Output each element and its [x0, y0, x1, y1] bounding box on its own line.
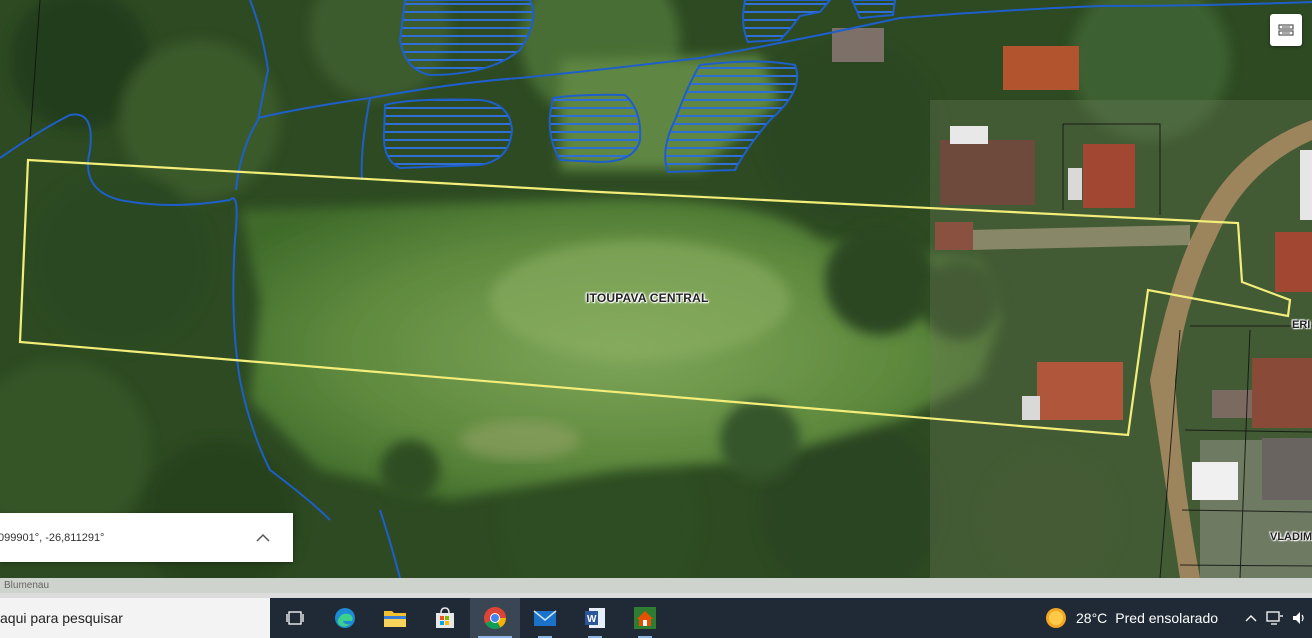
taskbar-search-box[interactable]: aqui para pesquisar [0, 598, 270, 638]
system-tray [1244, 598, 1308, 638]
edge-icon [335, 608, 355, 628]
parcel-label: ITOUPAVA CENTRAL [586, 291, 709, 305]
weather-description: Pred ensolarado [1115, 610, 1219, 626]
weather-temperature: 28°C [1076, 610, 1108, 626]
volume-icon[interactable] [1292, 610, 1308, 626]
file-explorer-icon [384, 611, 406, 627]
network-icon[interactable] [1266, 610, 1284, 626]
word-button[interactable]: W [570, 598, 620, 638]
house-app-button[interactable] [620, 598, 670, 638]
weather-widget[interactable]: 28°C Pred ensolarado [1044, 598, 1218, 638]
chrome-button[interactable] [470, 598, 520, 638]
street-label-vladim: VLADIM [1270, 531, 1312, 543]
aerial-imagery [0, 0, 1312, 578]
file-explorer-button[interactable] [370, 598, 420, 638]
word-icon: W [585, 608, 605, 628]
coordinate-panel: 099901°, -26,811291° [0, 513, 293, 562]
basemap-toggle-icon [1278, 24, 1294, 36]
task-view-button[interactable] [270, 598, 320, 638]
map-view[interactable]: ITOUPAVA CENTRAL ERI VLADIM 099901°, -26… [0, 0, 1312, 578]
mail-button[interactable] [520, 598, 570, 638]
basemap-toggle-button[interactable] [1270, 14, 1302, 46]
house-app-icon [634, 607, 656, 629]
chrome-icon [484, 607, 506, 629]
search-placeholder: aqui para pesquisar [0, 610, 123, 626]
chevron-up-icon [256, 533, 270, 542]
store-button[interactable] [420, 598, 470, 638]
map-attribution: Blumenau [0, 578, 1312, 593]
coordinates-readout: 099901°, -26,811291° [0, 531, 105, 544]
expand-coordinates-button[interactable] [253, 528, 273, 548]
mail-icon [533, 610, 557, 626]
store-icon [436, 607, 454, 628]
street-label-eri: ERI [1292, 319, 1311, 331]
svg-text:W: W [587, 614, 597, 625]
task-view-icon [286, 611, 304, 625]
sun-icon [1046, 608, 1066, 628]
edge-button[interactable] [320, 598, 370, 638]
chevron-up-icon[interactable] [1244, 613, 1258, 623]
